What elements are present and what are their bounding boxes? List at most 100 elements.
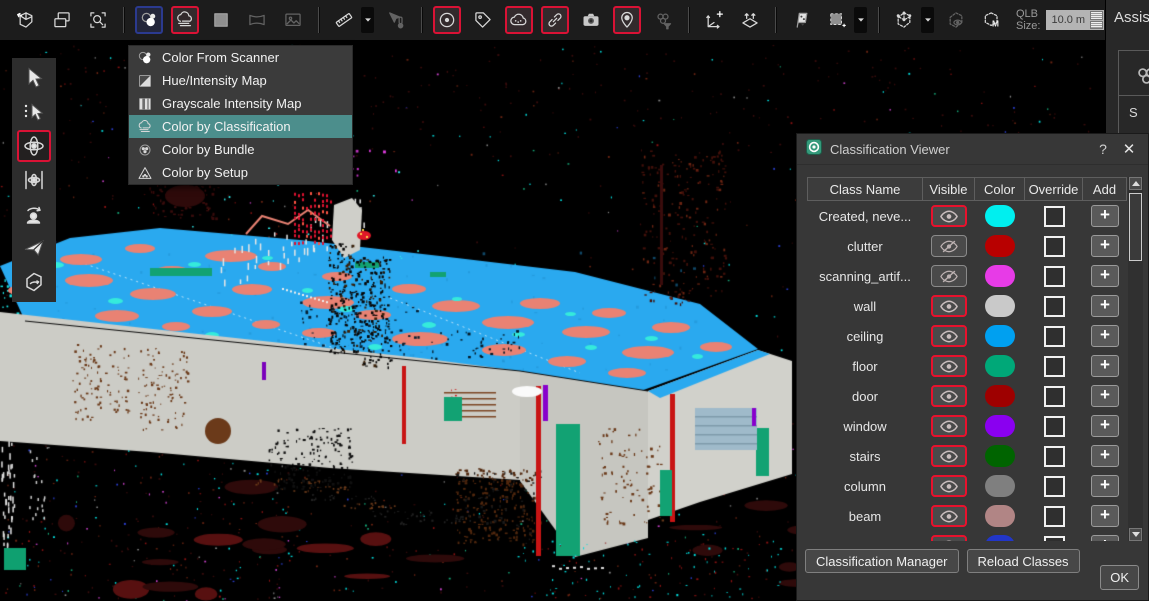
visibility-toggle[interactable] <box>931 385 967 407</box>
limit-box-options-button[interactable] <box>921 7 934 33</box>
color-swatch[interactable] <box>985 235 1015 257</box>
column-header[interactable]: Add <box>1083 177 1127 201</box>
add-button[interactable]: + <box>1091 295 1119 317</box>
color-swatch[interactable] <box>985 325 1015 347</box>
visibility-toggle[interactable] <box>931 235 967 257</box>
menu-item-color-by-setup[interactable]: Color by Setup <box>129 161 352 184</box>
menu-item-color-from-scanner[interactable]: Color From Scanner <box>129 46 352 69</box>
menu-item-color-by-bundle[interactable]: Color by Bundle <box>129 138 352 161</box>
fly-tool-button[interactable] <box>17 232 51 264</box>
ok-button[interactable]: OK <box>1100 565 1139 590</box>
color-swatch[interactable] <box>985 535 1015 541</box>
override-checkbox[interactable] <box>1044 356 1065 377</box>
links-button[interactable] <box>541 6 569 34</box>
color-swatch[interactable] <box>985 355 1015 377</box>
scroll-thumb[interactable] <box>1129 193 1142 261</box>
visibility-toggle[interactable] <box>931 475 967 497</box>
add-button[interactable]: + <box>1091 325 1119 347</box>
tags-button[interactable] <box>469 6 497 34</box>
override-checkbox[interactable] <box>1044 446 1065 467</box>
override-checkbox[interactable] <box>1044 536 1065 542</box>
scan-positions-button[interactable] <box>433 6 461 34</box>
qlb-size-spinner[interactable] <box>1090 11 1103 29</box>
visibility-toggle[interactable] <box>931 355 967 377</box>
point-cloud-color-mode-button[interactable] <box>171 6 199 34</box>
scroll-down-button[interactable] <box>1129 528 1142 541</box>
single-color-button[interactable] <box>207 6 235 34</box>
zoom-region-button[interactable] <box>84 6 112 34</box>
assistant-item-label[interactable]: S <box>1129 105 1138 120</box>
scroll-up-button[interactable] <box>1129 177 1142 190</box>
override-checkbox[interactable] <box>1044 386 1065 407</box>
column-header[interactable]: Color <box>975 177 1025 201</box>
qlb-size-value[interactable]: 10.0 m <box>1046 14 1090 26</box>
visibility-toggle[interactable] <box>931 265 967 287</box>
close-button[interactable]: ✕ <box>1119 140 1139 158</box>
measure-button[interactable] <box>330 6 358 34</box>
column-header[interactable]: Override <box>1025 177 1083 201</box>
add-button[interactable]: + <box>1091 385 1119 407</box>
visibility-toggle[interactable] <box>931 415 967 437</box>
override-checkbox[interactable] <box>1044 506 1065 527</box>
color-from-scanner-button[interactable] <box>135 6 163 34</box>
selection-options-button[interactable] <box>854 7 867 33</box>
add-coordinate-system-button[interactable] <box>700 6 728 34</box>
override-checkbox[interactable] <box>1044 206 1065 227</box>
override-checkbox[interactable] <box>1044 236 1065 257</box>
visibility-toggle[interactable] <box>931 295 967 317</box>
qlb-size-input[interactable]: 10.0 m <box>1046 10 1104 30</box>
add-button[interactable]: + <box>1091 505 1119 527</box>
selection-box-button[interactable] <box>823 6 851 34</box>
orbit-tool-button[interactable] <box>17 130 51 162</box>
visibility-toggle[interactable] <box>931 325 967 347</box>
menu-item-color-by-classification[interactable]: Color by Classification <box>129 115 352 138</box>
reference-plane-button[interactable] <box>736 6 764 34</box>
classification-flag-button[interactable] <box>787 6 815 34</box>
limit-box-manager-button[interactable]: M <box>978 6 1006 34</box>
column-header[interactable]: Class Name <box>807 177 923 201</box>
add-button[interactable]: + <box>1091 445 1119 467</box>
color-swatch[interactable] <box>985 205 1015 227</box>
add-button[interactable]: + <box>1091 475 1119 497</box>
annotations-button[interactable] <box>613 6 641 34</box>
limit-box-button[interactable] <box>890 6 918 34</box>
classification-manager-button[interactable]: Classification Manager <box>805 549 959 573</box>
override-checkbox[interactable] <box>1044 266 1065 287</box>
color-swatch[interactable] <box>985 415 1015 437</box>
visibility-toggle[interactable] <box>931 205 967 227</box>
add-button[interactable]: + <box>1091 535 1119 541</box>
override-checkbox[interactable] <box>1044 476 1065 497</box>
select-tool-button[interactable] <box>17 62 51 94</box>
add-button[interactable]: + <box>1091 415 1119 437</box>
table-scrollbar[interactable] <box>1128 177 1143 541</box>
examine-box-tool-button[interactable] <box>17 266 51 298</box>
column-header[interactable]: Visible <box>923 177 975 201</box>
menu-item-hue-intensity-map[interactable]: Hue/Intensity Map <box>129 69 352 92</box>
look-around-tool-button[interactable] <box>17 198 51 230</box>
color-swatch[interactable] <box>985 475 1015 497</box>
visibility-toggle[interactable] <box>931 445 967 467</box>
add-button[interactable]: + <box>1091 265 1119 287</box>
project-import-button[interactable] <box>12 6 40 34</box>
point-clouds-button[interactable] <box>505 6 533 34</box>
windows-layout-button[interactable] <box>48 6 76 34</box>
add-button[interactable]: + <box>1091 355 1119 377</box>
override-checkbox[interactable] <box>1044 416 1065 437</box>
menu-item-grayscale-intensity-map[interactable]: Grayscale Intensity Map <box>129 92 352 115</box>
measure-options-button[interactable] <box>361 7 374 33</box>
add-button[interactable]: + <box>1091 205 1119 227</box>
reload-classes-button[interactable]: Reload Classes <box>967 549 1080 573</box>
override-checkbox[interactable] <box>1044 326 1065 347</box>
color-swatch[interactable] <box>985 385 1015 407</box>
select-points-tool-button[interactable] <box>17 96 51 128</box>
help-button[interactable]: ? <box>1095 141 1111 157</box>
color-swatch[interactable] <box>985 295 1015 317</box>
visibility-toggle[interactable] <box>931 505 967 527</box>
color-swatch[interactable] <box>985 505 1015 527</box>
images-button[interactable] <box>577 6 605 34</box>
override-checkbox[interactable] <box>1044 296 1065 317</box>
color-swatch[interactable] <box>985 265 1015 287</box>
constrained-orbit-tool-button[interactable] <box>17 164 51 196</box>
visibility-toggle[interactable] <box>931 535 967 541</box>
color-swatch[interactable] <box>985 445 1015 467</box>
